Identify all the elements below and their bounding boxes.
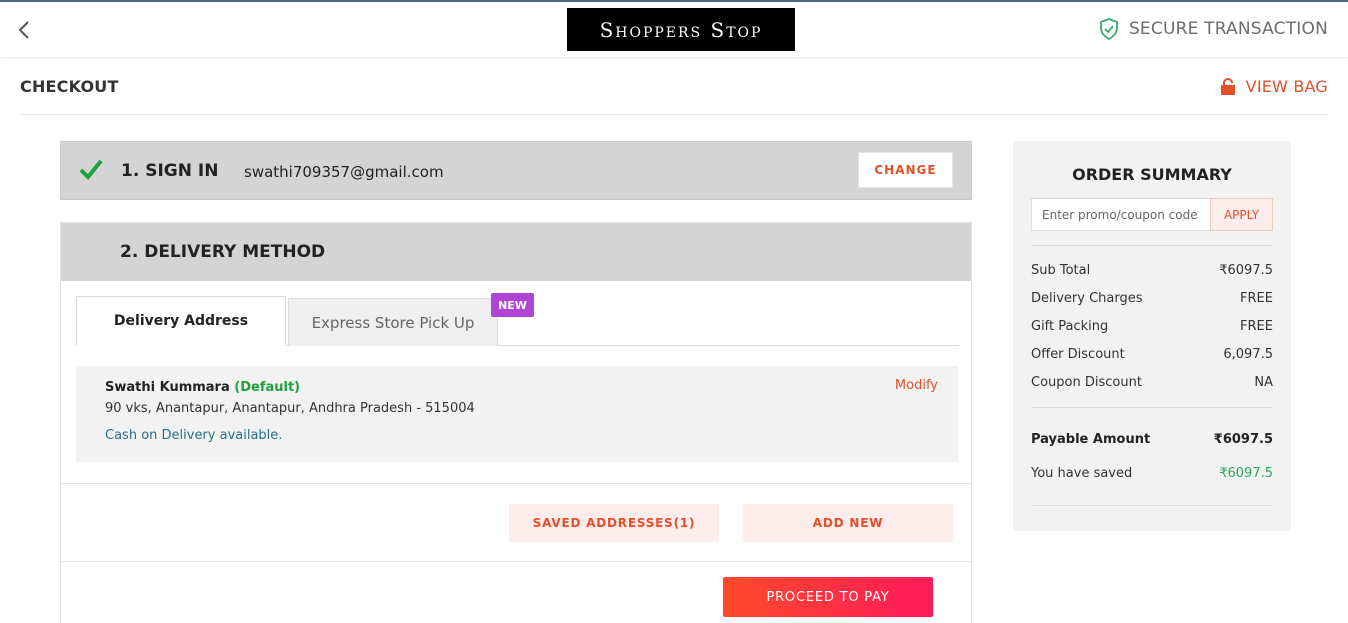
summary-value: NA	[1254, 375, 1273, 390]
header: Shoppers Stop SECURE TRANSACTION	[0, 2, 1348, 58]
divider	[61, 561, 971, 562]
logo-text: Shoppers Stop	[599, 17, 763, 42]
view-bag-link[interactable]: VIEW BAG	[1220, 77, 1328, 96]
summary-value: FREE	[1240, 319, 1273, 334]
new-badge: NEW	[491, 293, 534, 317]
summary-label: Coupon Discount	[1031, 375, 1142, 390]
change-button[interactable]: CHANGE	[858, 152, 953, 188]
delivery-method-header: 2. DELIVERY METHOD	[61, 223, 971, 281]
address-line: 90 vks, Anantapur, Anantapur, Andhra Pra…	[105, 401, 475, 416]
add-new-address-button[interactable]: ADD NEW	[743, 504, 953, 542]
address-name: Swathi Kummara (Default)	[105, 380, 300, 395]
modify-link[interactable]: Modify	[895, 378, 938, 393]
delivery-method-title: 2. DELIVERY METHOD	[120, 242, 326, 262]
secure-label: SECURE TRANSACTION	[1128, 19, 1328, 39]
sign-in-section: 1. SIGN IN swathi709357@gmail.com CHANGE	[60, 141, 972, 200]
summary-label: Gift Packing	[1031, 319, 1109, 334]
page-title: CHECKOUT	[20, 77, 119, 96]
cod-note: Cash on Delivery available.	[105, 428, 283, 443]
checkout-bar: CHECKOUT VIEW BAG	[20, 58, 1328, 115]
summary-row-offer: Offer Discount 6,097.5	[1031, 347, 1273, 362]
sign-in-email: swathi709357@gmail.com	[244, 163, 444, 181]
logo[interactable]: Shoppers Stop	[567, 8, 795, 51]
summary-label: Offer Discount	[1031, 347, 1125, 362]
summary-label: Sub Total	[1031, 263, 1091, 278]
promo-code-input[interactable]	[1031, 198, 1211, 231]
secure-transaction: SECURE TRANSACTION	[1099, 18, 1328, 40]
summary-value: 6,097.5	[1223, 347, 1273, 362]
summary-row-coupon: Coupon Discount NA	[1031, 375, 1273, 390]
saved-label: You have saved	[1031, 466, 1133, 481]
divider	[1031, 505, 1273, 506]
address-name-text: Swathi Kummara	[105, 380, 230, 395]
chevron-left-icon	[18, 21, 29, 39]
view-bag-label: VIEW BAG	[1245, 77, 1328, 96]
tab-delivery-address[interactable]: Delivery Address	[76, 296, 286, 346]
proceed-to-pay-button[interactable]: PROCEED TO PAY	[723, 577, 933, 617]
address-card: Swathi Kummara (Default) 90 vks, Anantap…	[76, 366, 958, 462]
bag-icon	[1220, 77, 1235, 95]
divider	[61, 483, 971, 484]
saved-value: ₹6097.5	[1219, 466, 1273, 481]
divider	[1031, 407, 1273, 408]
saved-addresses-button[interactable]: SAVED ADDRESSES(1)	[509, 504, 719, 542]
delivery-method-section: 2. DELIVERY METHOD Delivery Address Expr…	[60, 222, 972, 623]
sign-in-title: 1. SIGN IN	[121, 161, 219, 181]
summary-value: ₹6097.5	[1219, 263, 1273, 278]
delivery-tabs: Delivery Address Express Store Pick Up N…	[76, 293, 959, 346]
divider	[1031, 245, 1273, 246]
default-label: (Default)	[234, 380, 301, 395]
order-summary-title: ORDER SUMMARY	[1072, 165, 1232, 184]
summary-value: FREE	[1240, 291, 1273, 306]
payable-value: ₹6097.5	[1213, 432, 1273, 447]
tab-express-store-pickup[interactable]: Express Store Pick Up	[288, 298, 498, 346]
order-summary: ORDER SUMMARY APPLY Sub Total ₹6097.5 De…	[1013, 141, 1291, 531]
payable-label: Payable Amount	[1031, 432, 1151, 447]
shield-check-icon	[1100, 18, 1118, 40]
back-button[interactable]	[14, 18, 34, 42]
checkmark-icon	[79, 159, 103, 180]
apply-button[interactable]: APPLY	[1210, 198, 1273, 231]
summary-label: Delivery Charges	[1031, 291, 1143, 306]
summary-row-delivery: Delivery Charges FREE	[1031, 291, 1273, 306]
summary-row-payable: Payable Amount ₹6097.5	[1031, 432, 1273, 447]
summary-row-gift: Gift Packing FREE	[1031, 319, 1273, 334]
summary-row-saved: You have saved ₹6097.5	[1031, 466, 1273, 481]
summary-row-subtotal: Sub Total ₹6097.5	[1031, 263, 1273, 278]
